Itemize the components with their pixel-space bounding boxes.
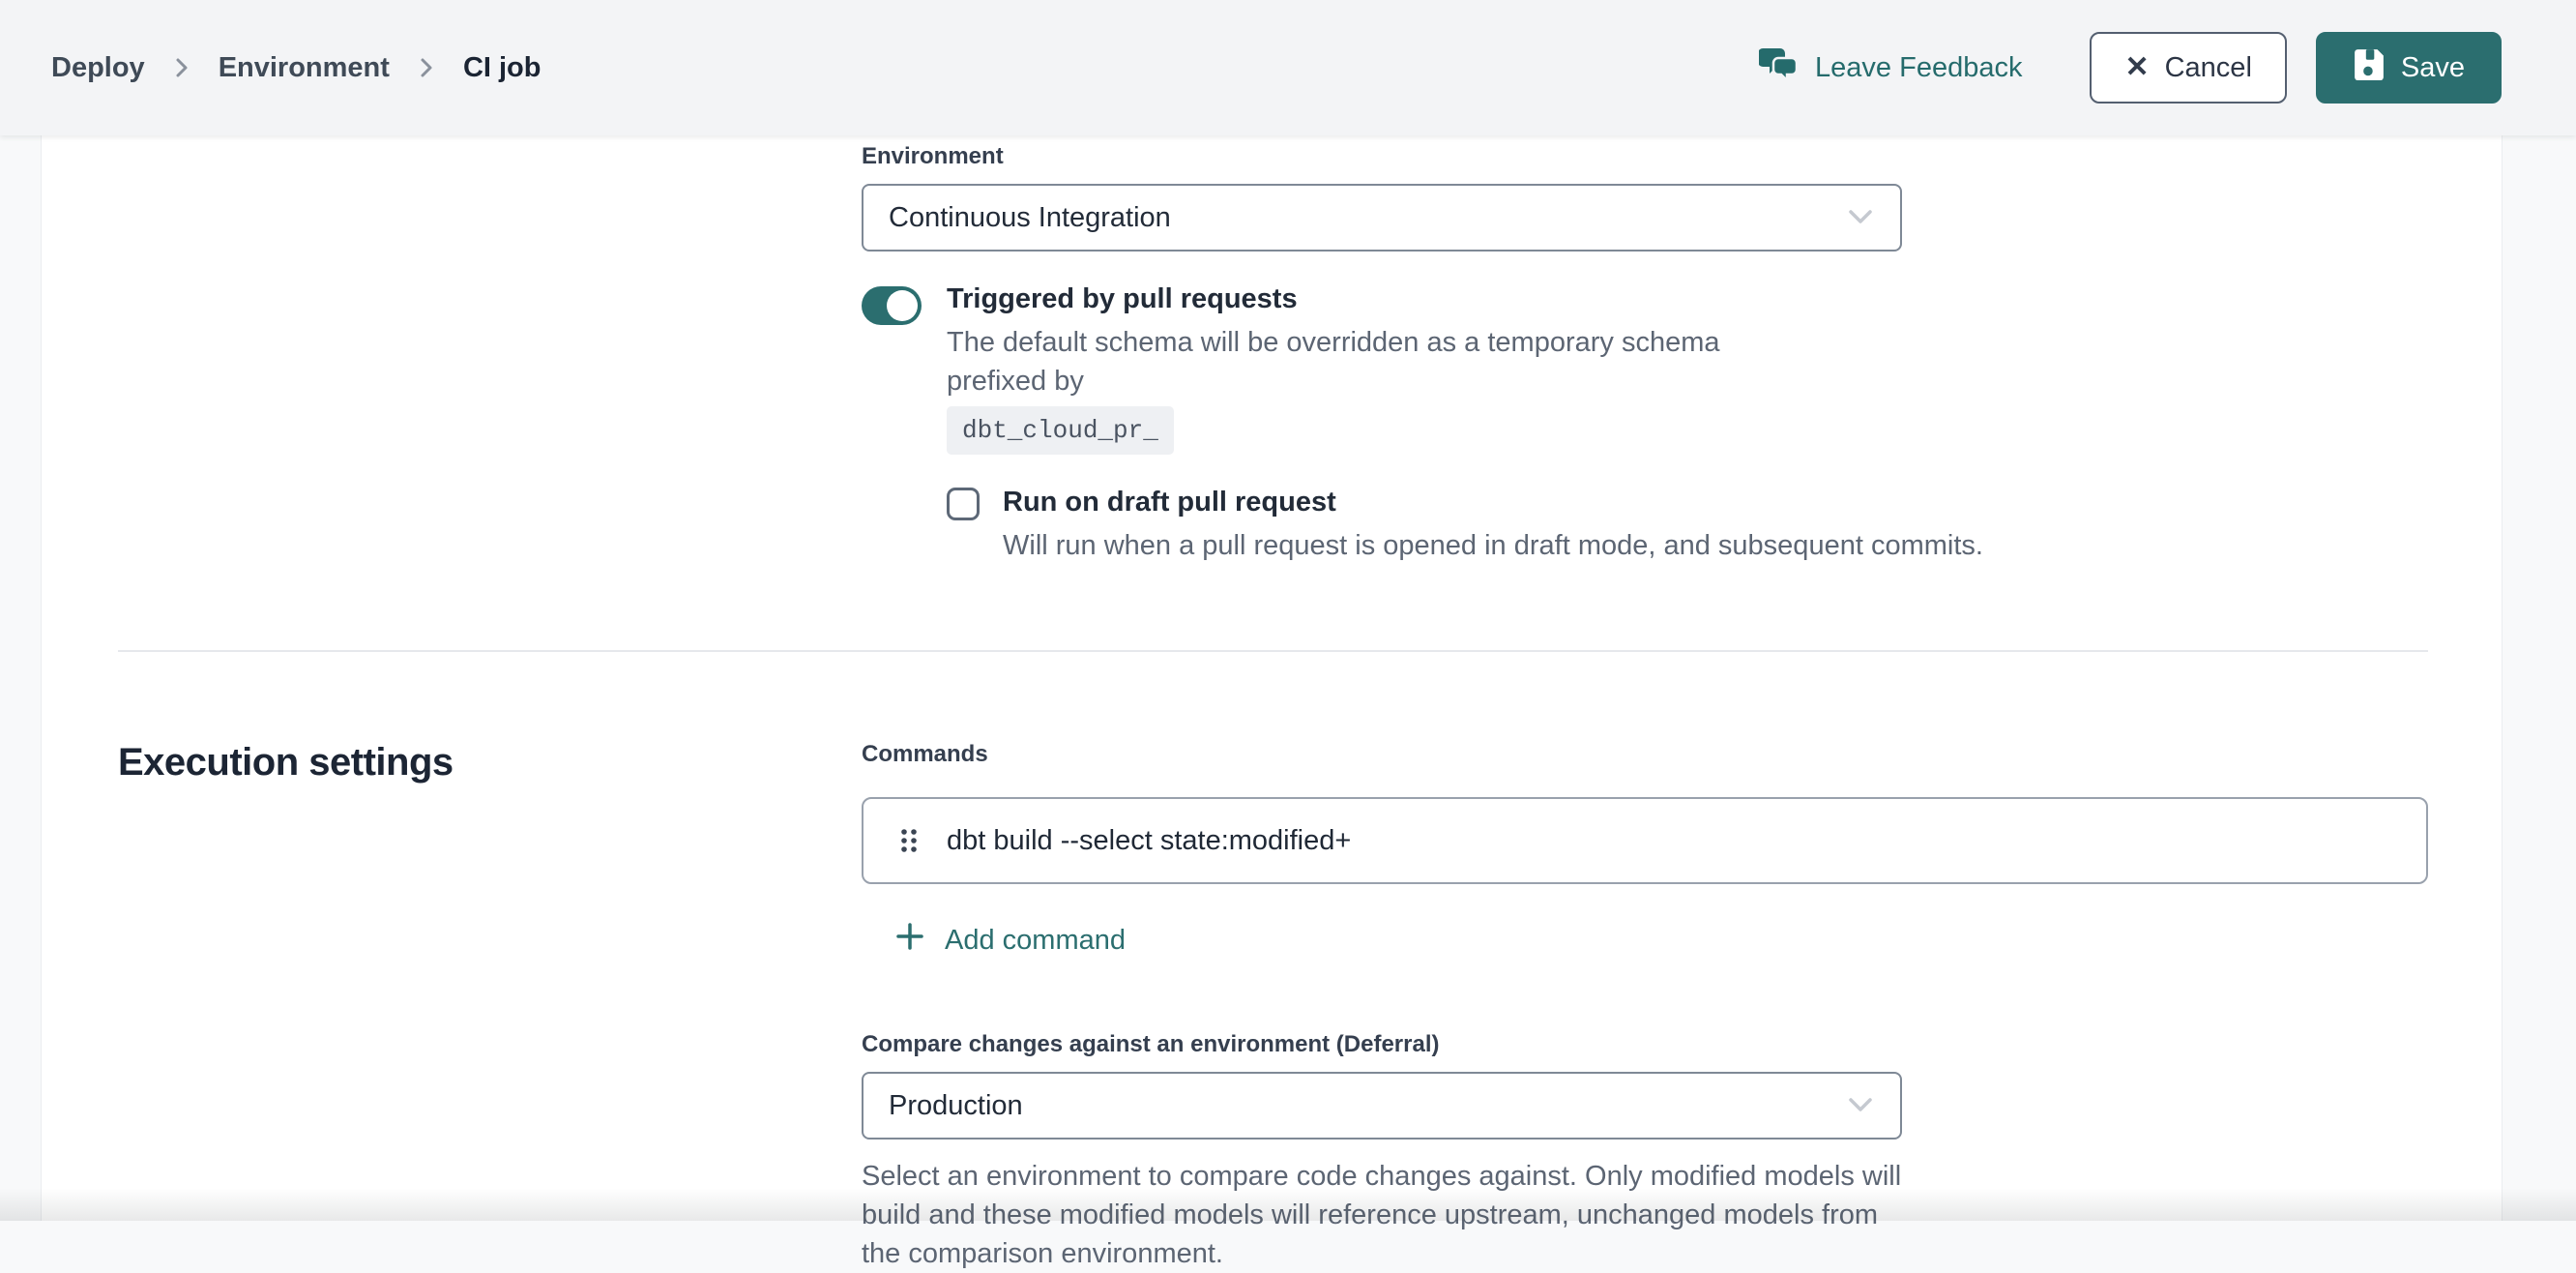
save-button[interactable]: Save bbox=[2316, 32, 2502, 104]
deferral-select[interactable]: Production bbox=[862, 1072, 1902, 1140]
environment-field-group: Environment Continuous Integration Trigg… bbox=[42, 143, 2502, 565]
deferral-help-text: Select an environment to compare code ch… bbox=[862, 1157, 1906, 1273]
breadcrumb-ci-job: CI job bbox=[463, 52, 542, 84]
pr-trigger-description-text: The default schema will be overridden as… bbox=[947, 327, 1720, 397]
feedback-bubbles-icon bbox=[1759, 45, 1800, 90]
drag-handle-icon[interactable] bbox=[898, 825, 920, 856]
environment-select-value: Continuous Integration bbox=[889, 202, 1171, 234]
environment-select[interactable]: Continuous Integration bbox=[862, 184, 1902, 252]
draft-pr-label: Run on draft pull request bbox=[1003, 486, 1983, 518]
execution-settings-heading: Execution settings bbox=[118, 741, 862, 1273]
commands-label: Commands bbox=[862, 741, 2428, 768]
command-input-row[interactable]: dbt build --select state:modified+ bbox=[862, 797, 2428, 884]
deferral-label: Compare changes against an environment (… bbox=[862, 1031, 2428, 1058]
pr-trigger-label: Triggered by pull requests bbox=[947, 282, 1817, 315]
close-icon: ✕ bbox=[2124, 53, 2149, 82]
schema-prefix-code: dbt_cloud_pr_ bbox=[947, 406, 1174, 455]
breadcrumb-environment[interactable]: Environment bbox=[219, 52, 390, 84]
pr-trigger-toggle[interactable] bbox=[862, 286, 922, 325]
section-divider bbox=[118, 650, 2428, 652]
environment-label: Environment bbox=[862, 143, 2502, 170]
floppy-save-icon bbox=[2353, 47, 2386, 88]
pr-trigger-row: Triggered by pull requests The default s… bbox=[862, 282, 2502, 455]
leave-feedback-label: Leave Feedback bbox=[1815, 52, 2022, 84]
draft-pr-description: Will run when a pull request is opened i… bbox=[1003, 526, 1983, 565]
topbar-actions: Leave Feedback ✕ Cancel Save bbox=[1759, 32, 2502, 104]
deferral-select-value: Production bbox=[889, 1090, 1023, 1122]
cancel-button[interactable]: ✕ Cancel bbox=[2090, 32, 2286, 104]
pr-trigger-description: The default schema will be overridden as… bbox=[947, 323, 1817, 455]
add-command-button[interactable]: Add command bbox=[894, 921, 1126, 960]
top-bar: Deploy Environment CI job Leave Feedback… bbox=[0, 0, 2576, 135]
save-label: Save bbox=[2401, 52, 2465, 84]
leave-feedback-button[interactable]: Leave Feedback bbox=[1759, 45, 2022, 90]
command-text: dbt build --select state:modified+ bbox=[947, 825, 1351, 857]
deferral-field-group: Compare changes against an environment (… bbox=[862, 1031, 2428, 1273]
breadcrumb: Deploy Environment CI job bbox=[51, 52, 541, 84]
chevron-right-icon bbox=[419, 54, 434, 81]
toggle-knob bbox=[887, 290, 918, 321]
plus-icon bbox=[894, 921, 925, 960]
draft-pr-checkbox[interactable] bbox=[947, 488, 980, 520]
chevron-right-icon bbox=[174, 54, 190, 81]
breadcrumb-deploy[interactable]: Deploy bbox=[51, 52, 145, 84]
cancel-label: Cancel bbox=[2165, 52, 2252, 84]
job-settings-content: Environment Continuous Integration Trigg… bbox=[41, 135, 2503, 1221]
execution-settings-section: Execution settings Commands dbt build --… bbox=[42, 741, 2502, 1273]
chevron-down-icon bbox=[1846, 202, 1875, 234]
chevron-down-icon bbox=[1846, 1090, 1875, 1122]
add-command-label: Add command bbox=[945, 925, 1126, 957]
draft-pr-row: Run on draft pull request Will run when … bbox=[947, 486, 2502, 565]
